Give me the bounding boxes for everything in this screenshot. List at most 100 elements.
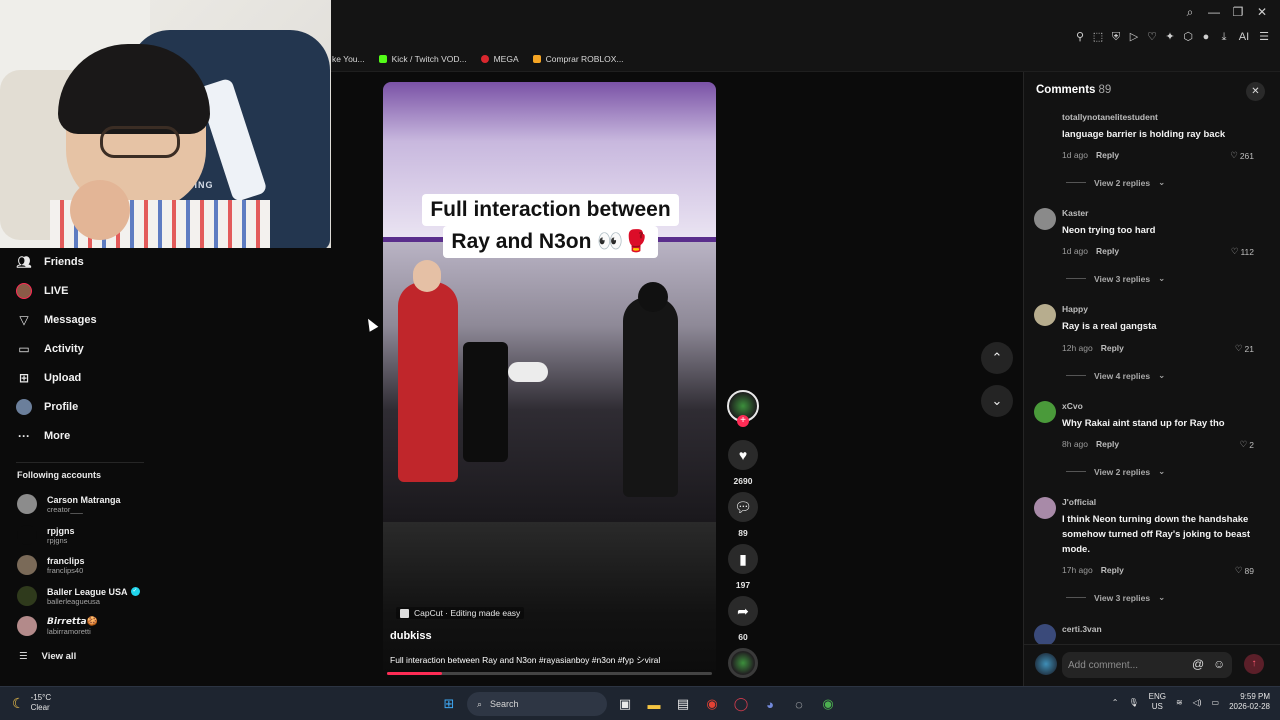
language-indicator[interactable]: ENG US xyxy=(1149,692,1166,712)
comment-like[interactable]: ♡ 2 xyxy=(1240,439,1254,450)
app-icon[interactable]: ◌ xyxy=(788,693,810,715)
view-replies-button[interactable]: View 3 replies ⌄ xyxy=(1066,592,1165,603)
restore-icon[interactable]: ❐ xyxy=(1228,4,1248,20)
comment-like[interactable]: ♡ 89 xyxy=(1235,565,1254,576)
nav-messages[interactable]: ▽ Messages xyxy=(16,310,96,330)
close-comments-button[interactable]: ✕ xyxy=(1246,82,1265,101)
video-player[interactable]: Full interaction between Ray and N3on 👀🥊… xyxy=(383,82,716,676)
battery-icon[interactable]: ▭ xyxy=(1212,698,1220,707)
view-replies-button[interactable]: View 3 replies ⌄ xyxy=(1066,273,1165,284)
following-account[interactable]: franclips franclips40 xyxy=(17,555,85,575)
extension-icon[interactable]: ✦ xyxy=(1162,29,1178,45)
file-explorer-icon[interactable]: ▬ xyxy=(643,693,665,715)
minimize-icon[interactable]: — xyxy=(1204,4,1224,20)
avatar xyxy=(17,494,37,514)
next-video-button[interactable]: ⌄ xyxy=(981,385,1013,417)
screenshot-icon[interactable]: ⬚ xyxy=(1090,29,1106,45)
chrome-icon[interactable]: ◉ xyxy=(701,693,723,715)
reply-button[interactable]: Reply xyxy=(1096,246,1119,256)
bookmark-item[interactable]: ke You... xyxy=(332,54,365,64)
roblox-icon xyxy=(532,55,541,63)
nav-more[interactable]: ··· More xyxy=(16,426,70,446)
comment-user[interactable]: Kaster xyxy=(1062,208,1088,218)
avatar[interactable] xyxy=(1034,401,1056,423)
following-account[interactable]: rpjgns rpjgns xyxy=(17,525,75,545)
reply-button[interactable]: Reply xyxy=(1101,565,1124,575)
avatar[interactable] xyxy=(1034,624,1056,646)
heart-icon[interactable]: ♡ xyxy=(1144,29,1160,45)
video-author[interactable]: dubkiss xyxy=(390,630,432,642)
share-button[interactable]: ➦ xyxy=(728,596,758,626)
pin-icon[interactable]: ⚲ xyxy=(1072,29,1088,45)
following-account[interactable]: 𝘽𝙞𝙧𝙧𝙚𝙩𝙩𝙖🍪 labirramoretti xyxy=(17,616,98,636)
account-icon[interactable]: ● xyxy=(1198,29,1214,45)
comment-user[interactable]: xCvo xyxy=(1062,401,1083,411)
video-progress-bar[interactable] xyxy=(387,672,712,675)
comment-like[interactable]: ♡ 21 xyxy=(1235,343,1254,354)
save-button[interactable]: ▮ xyxy=(728,544,758,574)
opera-icon[interactable]: ◯ xyxy=(730,693,752,715)
comment-user[interactable]: certi.3van xyxy=(1062,624,1102,634)
view-replies-label: View 2 replies xyxy=(1094,466,1151,477)
chrome-alt-icon[interactable]: ◉ xyxy=(817,693,839,715)
nav-profile[interactable]: Profile xyxy=(16,397,78,417)
puzzle-icon[interactable]: ⬡ xyxy=(1180,29,1196,45)
store-icon[interactable]: ▤ xyxy=(672,693,694,715)
comment-user[interactable]: J'official xyxy=(1062,497,1096,507)
comment-like[interactable]: ♡ 261 xyxy=(1230,150,1254,161)
task-view-icon[interactable]: ▣ xyxy=(614,693,636,715)
comment-user[interactable]: Happy xyxy=(1062,304,1088,314)
post-comment-button[interactable]: ↑ xyxy=(1244,654,1264,674)
view-replies-button[interactable]: View 2 replies ⌄ xyxy=(1066,177,1165,188)
nav-friends[interactable]: 👥︎ Friends xyxy=(16,252,83,272)
reply-button[interactable]: Reply xyxy=(1096,439,1119,449)
wifi-icon[interactable]: ≋ xyxy=(1176,698,1183,707)
bookmark-item[interactable]: Comprar ROBLOX... xyxy=(532,54,624,64)
nav-activity[interactable]: ▭ Activity xyxy=(16,339,83,359)
capcut-tag[interactable]: CapCut · Editing made easy xyxy=(396,607,525,619)
comment-like[interactable]: ♡ 112 xyxy=(1231,246,1254,257)
view-all-button[interactable]: ☰ View all xyxy=(19,651,76,662)
mention-icon[interactable]: @ xyxy=(1192,657,1204,671)
comment-input[interactable] xyxy=(1062,652,1232,678)
comment-user[interactable]: totallynotanelitestudent xyxy=(1062,112,1158,122)
comment-button[interactable]: 💬︎ xyxy=(728,492,758,522)
close-icon[interactable]: ✕ xyxy=(1252,4,1272,20)
reply-button[interactable]: Reply xyxy=(1096,150,1119,160)
avatar[interactable] xyxy=(1034,497,1056,519)
weather-widget[interactable]: ☾ -15°C Clear xyxy=(12,693,51,713)
emoji-icon[interactable]: ☺ xyxy=(1213,657,1225,671)
avatar[interactable] xyxy=(1034,112,1056,134)
ai-icon[interactable]: AI xyxy=(1234,29,1254,45)
microphone-icon[interactable]: 🎙︎ xyxy=(1128,698,1138,707)
search-icon[interactable]: ⌕ xyxy=(1180,4,1200,20)
menu-icon[interactable]: ☰ xyxy=(1256,29,1272,45)
volume-icon[interactable]: ◁) xyxy=(1193,698,1202,707)
taskbar-search[interactable]: ⌕ Search xyxy=(467,692,607,716)
follow-plus-icon[interactable]: + xyxy=(737,415,749,427)
lang-region: US xyxy=(1151,702,1163,711)
reply-button[interactable]: Reply xyxy=(1101,343,1124,353)
nav-upload[interactable]: ⊞ Upload xyxy=(16,368,81,388)
nav-live[interactable]: LIVE xyxy=(16,281,68,301)
bookmark-item[interactable]: Kick / Twitch VOD... xyxy=(378,54,467,64)
following-accounts-title: Following accounts xyxy=(17,470,102,480)
verified-badge-icon: ✓ xyxy=(130,587,140,596)
following-account[interactable]: Baller League USA ✓ ballerleagueusa xyxy=(17,586,140,606)
download-icon[interactable]: ⤓ xyxy=(1216,29,1232,45)
discord-icon[interactable]: ◕ xyxy=(759,693,781,715)
previous-video-button[interactable]: ⌃ xyxy=(981,342,1013,374)
chevron-up-icon[interactable]: ⌃ xyxy=(1112,698,1119,707)
following-account[interactable]: Carson Matranga creator___ xyxy=(17,494,121,514)
bookmark-item[interactable]: MEGA xyxy=(480,54,519,64)
view-replies-button[interactable]: View 2 replies ⌄ xyxy=(1066,466,1165,477)
avatar[interactable] xyxy=(1034,304,1056,326)
avatar[interactable] xyxy=(1034,208,1056,230)
music-disc-icon[interactable] xyxy=(728,648,758,678)
clock[interactable]: 9:59 PM 2026-02-28 xyxy=(1229,692,1270,712)
windows-start-icon[interactable]: ⊞ xyxy=(438,693,460,715)
view-replies-button[interactable]: View 4 replies ⌄ xyxy=(1066,370,1165,381)
shield-icon[interactable]: ⛨ xyxy=(1108,29,1124,45)
like-button[interactable]: ♥ xyxy=(728,440,758,470)
play-icon[interactable]: ▷ xyxy=(1126,29,1142,45)
